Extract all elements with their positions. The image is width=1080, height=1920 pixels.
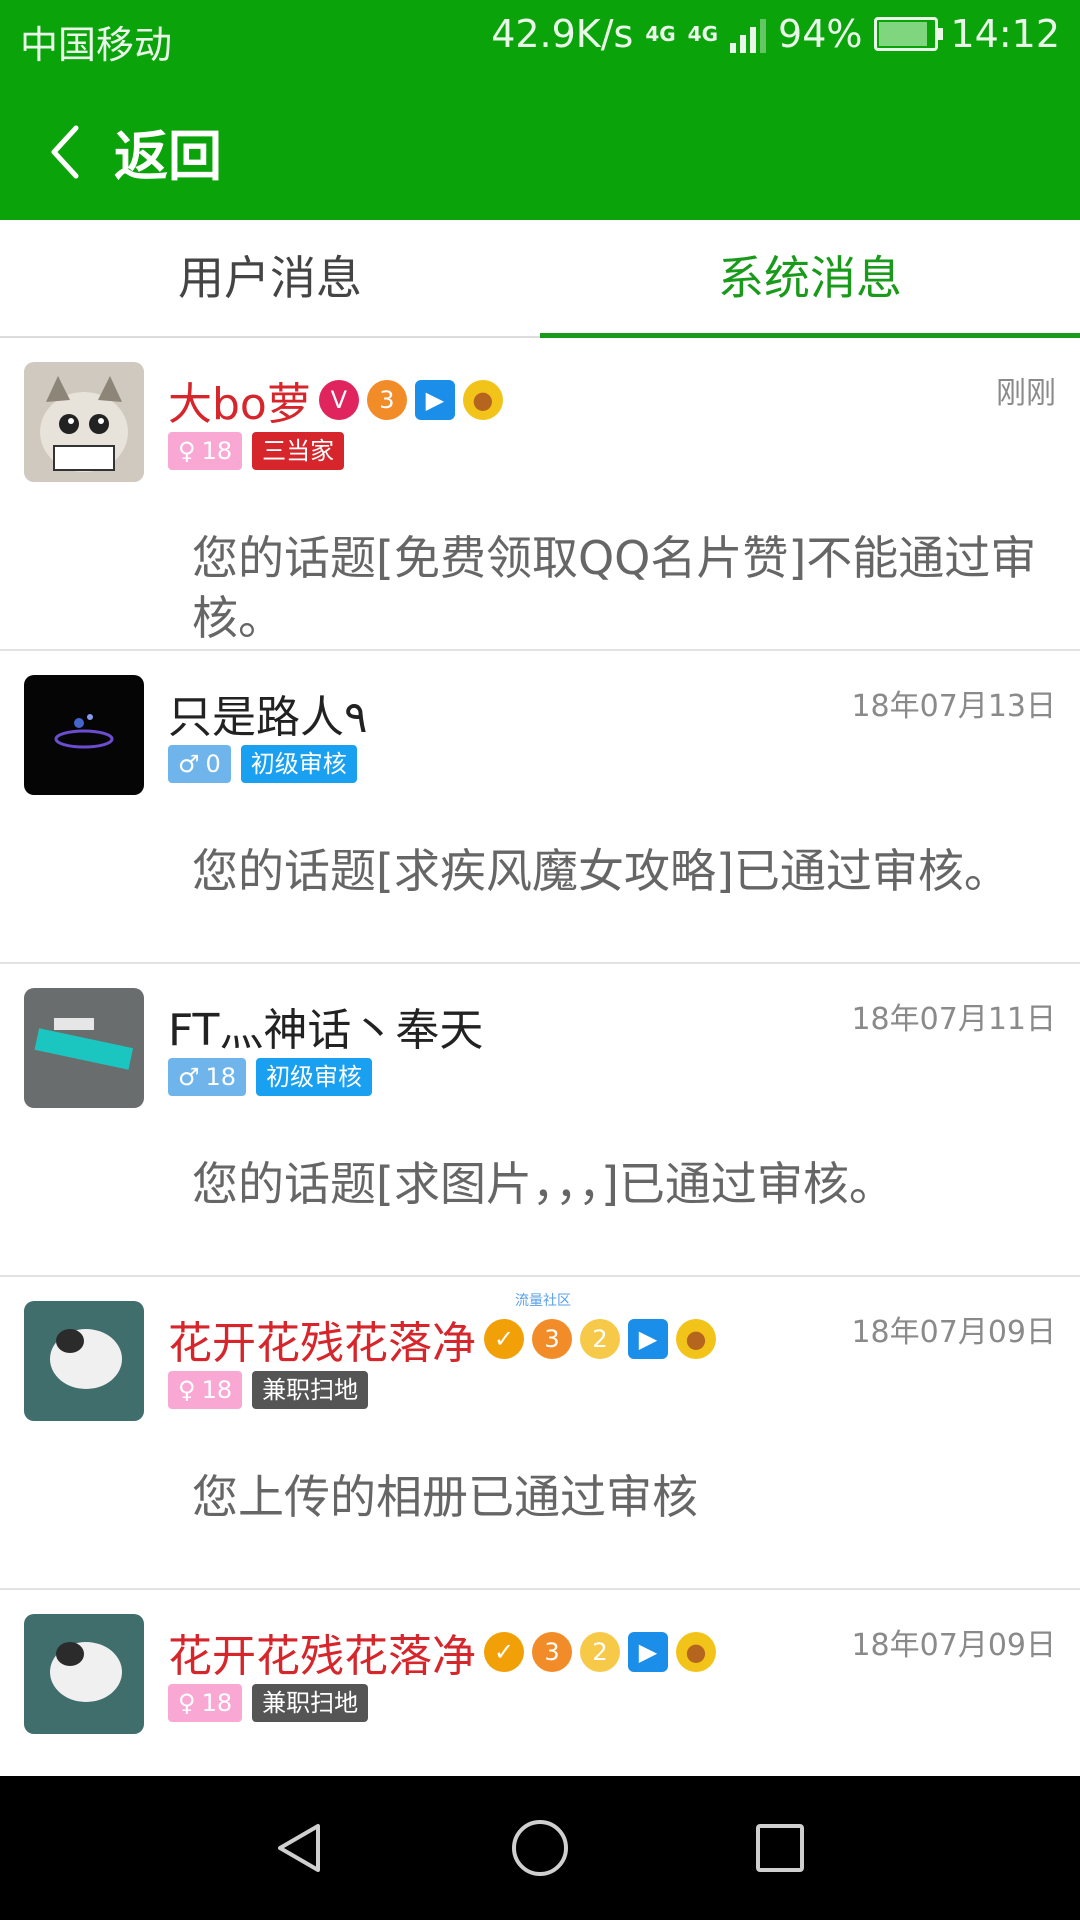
- title-badge: 初级审核: [240, 745, 357, 783]
- watermark-text: 流量社区: [515, 1293, 571, 1309]
- avatar[interactable]: [24, 1614, 144, 1734]
- user-name-text: 大bo萝: [168, 379, 311, 430]
- badges: ♀ 18 兼职扫地: [168, 1371, 369, 1409]
- user-name-text: 花开花残花落净: [168, 1318, 476, 1369]
- message-date: 刚刚: [996, 376, 1056, 411]
- back-triangle-icon: [278, 1824, 320, 1872]
- badges: ♂ 18 初级审核: [168, 1058, 373, 1096]
- badges: ♀ 18 三当家: [168, 432, 345, 470]
- message-text: 您的话题[求疾风魔女攻略]已通过审核。: [192, 844, 1010, 898]
- nav-home-button[interactable]: [480, 1776, 600, 1920]
- avatar[interactable]: [24, 1301, 144, 1421]
- verified-check-icon: ✓: [484, 1632, 524, 1672]
- gender-level-badge: ♀ 18: [168, 1371, 243, 1409]
- avatar[interactable]: [24, 988, 144, 1108]
- title-badge: 兼职扫地: [252, 1371, 369, 1409]
- message-text: 您的话题[求图片，，，]已通过审核。: [192, 1157, 895, 1211]
- list-item[interactable]: 花开花残花落净 ✓ 3 2 ▶ ● ♀ 18 兼职扫地 18年07月09日: [0, 1590, 1080, 1776]
- carrier-label: 中国移动: [20, 23, 173, 67]
- level-badge-2-icon: 2: [580, 1632, 620, 1672]
- level-value: 18: [201, 437, 233, 465]
- tab-system-messages[interactable]: 系统消息: [540, 220, 1080, 338]
- user-name[interactable]: FT灬神话丶奉天: [168, 994, 483, 1058]
- verified-v-icon: V: [318, 380, 359, 420]
- battery-icon: [874, 17, 944, 51]
- user-name[interactable]: 大bo萝 V 3 ▶ ●: [168, 368, 503, 432]
- badges: ♂ 0 初级审核: [168, 745, 357, 783]
- title-badge: 初级审核: [256, 1058, 373, 1096]
- user-name[interactable]: 花开花残花落净 ✓ 3 2 ▶ ●: [168, 1307, 716, 1371]
- gold-medal-icon: ●: [676, 1632, 716, 1672]
- chevron-left-icon[interactable]: [46, 122, 96, 182]
- network-type-1: 4G: [645, 22, 676, 46]
- verified-check-icon: ✓: [484, 1319, 524, 1359]
- badges: ♀ 18 兼职扫地: [168, 1684, 369, 1722]
- video-icon: ▶: [628, 1319, 668, 1359]
- recents-square-icon: [756, 1824, 804, 1872]
- video-icon: ▶: [628, 1632, 668, 1672]
- tab-system-messages-label: 系统消息: [718, 251, 902, 305]
- user-name[interactable]: 花开花残花落净 ✓ 3 2 ▶ ●: [168, 1620, 716, 1684]
- message-date: 18年07月09日: [851, 1315, 1056, 1350]
- title-badge: 三当家: [252, 432, 345, 470]
- status-bar: 中国移动 42.9K/s 4G 4G 94% 14:12: [0, 0, 1080, 76]
- level-value: 18: [201, 1376, 233, 1404]
- level-medal-icon: 3: [532, 1319, 572, 1359]
- gender-level-badge: ♂ 18: [168, 1058, 247, 1096]
- female-icon: ♀: [178, 1689, 196, 1717]
- female-icon: ♀: [178, 1376, 196, 1404]
- nav-recents-button[interactable]: [720, 1776, 840, 1920]
- message-text: 您的话题[免费领取QQ名片赞]不能通过审核。: [192, 531, 1037, 645]
- user-name-text: 只是路人٩: [168, 692, 368, 743]
- user-name-text: 花开花残花落净: [168, 1631, 476, 1682]
- nav-back-button[interactable]: [240, 1776, 360, 1920]
- user-name-text: FT灬神话丶奉天: [168, 1005, 484, 1056]
- female-icon: ♀: [178, 437, 196, 465]
- level-medal-icon: 3: [366, 380, 407, 420]
- video-icon: ▶: [414, 380, 455, 420]
- signal-icon: [730, 15, 767, 53]
- tab-bar: 用户消息 系统消息: [0, 220, 1080, 338]
- message-list[interactable]: 大bo萝 V 3 ▶ ● ♀ 18 三当家 刚刚 您的话题[免费领取QQ名片赞]不…: [0, 338, 1080, 1776]
- clock: 14:12: [950, 12, 1060, 56]
- status-right: 42.9K/s 4G 4G 94% 14:12: [491, 12, 1060, 56]
- gold-medal-icon: ●: [462, 380, 503, 420]
- gold-medal-icon: ●: [676, 1319, 716, 1359]
- system-nav-bar: [0, 1776, 1080, 1920]
- level-value: 18: [201, 1689, 233, 1717]
- message-text: 您上传的相册已通过审核: [192, 1470, 698, 1524]
- network-speed: 42.9K/s: [491, 12, 634, 56]
- list-item[interactable]: 只是路人٩ ♂ 0 初级审核 18年07月13日 您的话题[求疾风魔女攻略]已通过…: [0, 651, 1080, 964]
- battery-percent: 94%: [778, 12, 863, 56]
- message-date: 18年07月09日: [851, 1628, 1056, 1663]
- avatar[interactable]: [24, 362, 144, 482]
- home-circle-icon: [512, 1820, 568, 1876]
- level-medal-icon: 3: [532, 1632, 572, 1672]
- network-type-2: 4G: [687, 22, 719, 46]
- message-date: 18年07月13日: [851, 689, 1056, 724]
- message-date: 18年07月11日: [851, 1002, 1056, 1037]
- gender-level-badge: ♂ 0: [168, 745, 231, 783]
- gender-level-badge: ♀ 18: [168, 1684, 243, 1722]
- level-value: 0: [205, 750, 221, 778]
- list-item[interactable]: 花开花残花落净 ✓ 3 2 ▶ ● ♀ 18 兼职扫地 18年07月09日 您上传…: [0, 1277, 1080, 1590]
- avatar[interactable]: [24, 675, 144, 795]
- back-button[interactable]: 返回: [114, 112, 222, 191]
- tab-user-messages[interactable]: 用户消息: [0, 220, 540, 336]
- male-icon: ♂: [178, 1063, 200, 1091]
- list-item[interactable]: FT灬神话丶奉天 ♂ 18 初级审核 18年07月11日 您的话题[求图片，，，]…: [0, 964, 1080, 1277]
- app-bar: 返回: [0, 76, 1080, 220]
- level-value: 18: [205, 1063, 237, 1091]
- gender-level-badge: ♀ 18: [168, 432, 243, 470]
- level-badge-2-icon: 2: [580, 1319, 620, 1359]
- male-icon: ♂: [178, 750, 200, 778]
- user-name[interactable]: 只是路人٩: [168, 681, 368, 745]
- title-badge: 兼职扫地: [252, 1684, 369, 1722]
- list-item[interactable]: 大bo萝 V 3 ▶ ● ♀ 18 三当家 刚刚 您的话题[免费领取QQ名片赞]不…: [0, 338, 1080, 651]
